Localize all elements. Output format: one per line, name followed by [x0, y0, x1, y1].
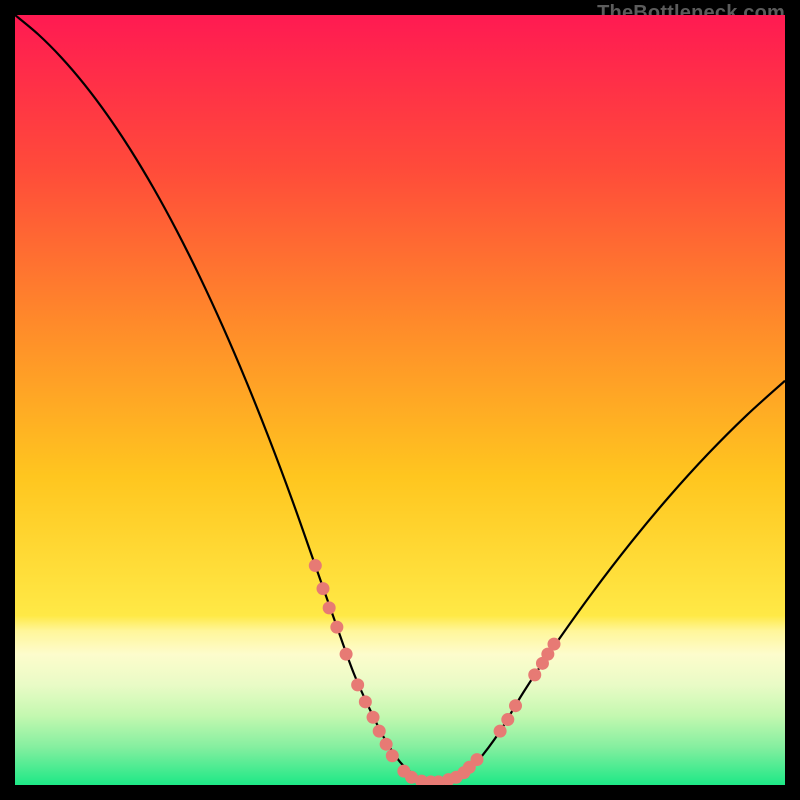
highlight-marker — [494, 725, 507, 738]
highlight-marker — [548, 638, 561, 651]
highlight-marker — [359, 695, 372, 708]
chart-frame: TheBottleneck.com — [15, 15, 785, 785]
highlight-marker — [471, 753, 484, 766]
highlight-marker — [330, 621, 343, 634]
highlight-marker — [340, 648, 353, 661]
highlight-marker — [351, 678, 364, 691]
highlight-marker — [509, 699, 522, 712]
highlight-marker — [317, 582, 330, 595]
bottleneck-chart — [15, 15, 785, 785]
highlight-marker — [386, 749, 399, 762]
gradient-background — [15, 15, 785, 785]
highlight-marker — [380, 738, 393, 751]
highlight-marker — [309, 559, 322, 572]
highlight-marker — [367, 711, 380, 724]
highlight-marker — [501, 713, 514, 726]
highlight-marker — [323, 601, 336, 614]
highlight-marker — [528, 668, 541, 681]
highlight-marker — [373, 725, 386, 738]
